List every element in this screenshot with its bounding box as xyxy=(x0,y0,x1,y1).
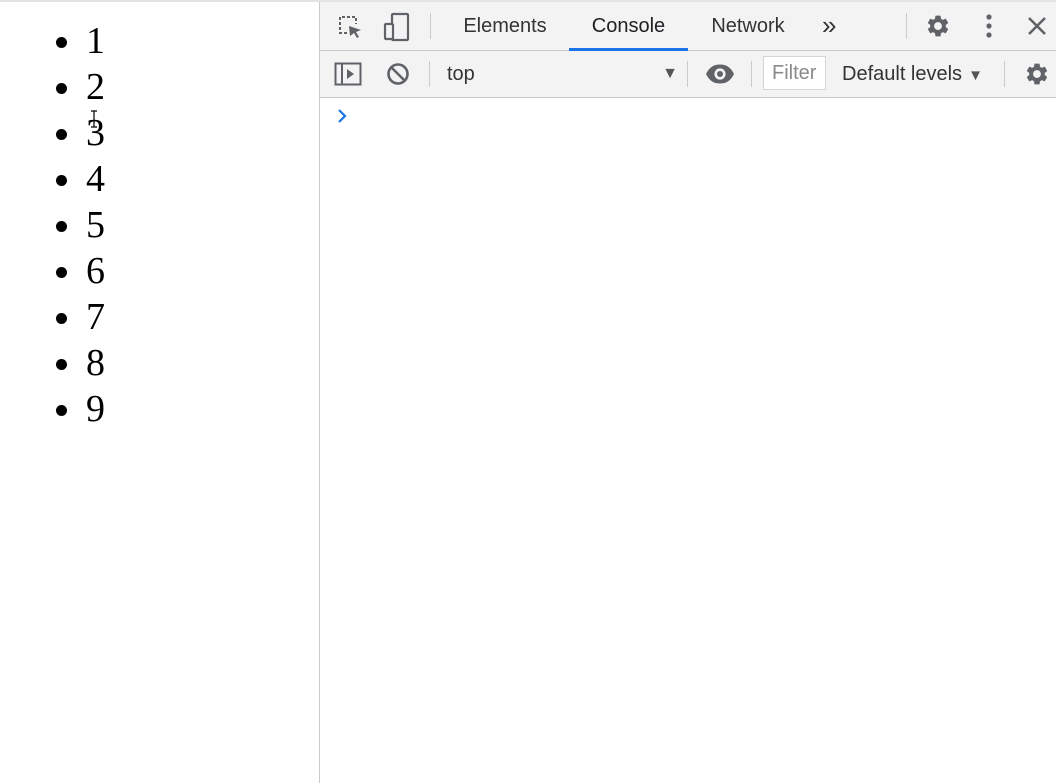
tab-network[interactable]: Network xyxy=(698,2,798,50)
tab-elements[interactable]: Elements xyxy=(450,2,560,50)
bullet-icon xyxy=(56,267,67,278)
toolbar-divider xyxy=(687,61,688,87)
toolbar-divider xyxy=(1004,61,1005,87)
list-item: 8 xyxy=(0,342,200,391)
devtools-tabbar: Elements Console Network » xyxy=(320,2,1056,51)
bullet-icon xyxy=(56,175,67,186)
text-cursor-icon xyxy=(91,110,97,128)
list-item-text: 7 xyxy=(86,296,105,338)
filter-input[interactable]: Filter xyxy=(763,56,826,90)
list-item: 9 xyxy=(0,388,200,437)
close-icon[interactable] xyxy=(1027,16,1047,36)
context-select-value: top xyxy=(447,63,475,85)
bullet-icon xyxy=(56,129,67,140)
list-item: 1 xyxy=(0,20,200,69)
list-item: 5 xyxy=(0,204,200,253)
list-item: 4 xyxy=(0,158,200,207)
bullet-icon xyxy=(56,83,67,94)
list-item-text: 9 xyxy=(86,388,105,430)
console-settings-gear-icon[interactable] xyxy=(1024,61,1050,87)
list-item: 2 xyxy=(0,66,200,115)
list-item: 6 xyxy=(0,250,200,299)
chevron-down-icon: ▼ xyxy=(968,67,983,84)
page-viewport: 1 2 3 4 5 6 7 8 9 xyxy=(0,2,319,783)
toolbar-divider xyxy=(429,61,430,87)
list-item-text: 4 xyxy=(86,158,105,200)
more-tabs-button[interactable]: » xyxy=(822,2,836,50)
list-item-text: 2 xyxy=(86,66,105,108)
console-prompt-icon xyxy=(338,109,347,123)
console-output-area[interactable] xyxy=(320,98,1056,783)
bulleted-list: 1 2 3 4 5 6 7 8 9 xyxy=(0,20,200,437)
list-item-text: 5 xyxy=(86,204,105,246)
chevron-down-icon: ▼ xyxy=(662,65,678,82)
bullet-icon xyxy=(56,37,67,48)
list-item: 3 xyxy=(0,113,200,161)
bullet-icon xyxy=(56,359,67,370)
bullet-icon xyxy=(56,313,67,324)
bullet-icon xyxy=(56,405,67,416)
toolbar-divider xyxy=(430,13,431,39)
clear-console-icon[interactable] xyxy=(386,62,410,86)
javascript-context-select[interactable]: top ▼ xyxy=(438,51,678,97)
live-expression-eye-icon[interactable] xyxy=(705,63,735,85)
filter-placeholder: Filter xyxy=(772,62,817,84)
list-item-text: 8 xyxy=(86,342,105,384)
toolbar-divider xyxy=(751,61,752,87)
devtools-panel: Elements Console Network » top ▼ Filter … xyxy=(319,2,1056,783)
more-options-icon[interactable] xyxy=(984,13,994,39)
console-toolbar: top ▼ Filter Default levels ▼ xyxy=(320,51,1056,98)
show-sidebar-icon[interactable] xyxy=(334,62,362,86)
list-item: 7 xyxy=(0,296,200,345)
inspect-element-icon[interactable] xyxy=(337,14,363,40)
list-item-text: 1 xyxy=(86,20,105,62)
device-toolbar-icon[interactable] xyxy=(383,12,411,42)
log-levels-dropdown[interactable]: Default levels ▼ xyxy=(842,51,983,99)
tab-console[interactable]: Console xyxy=(569,2,688,51)
list-item-text: 6 xyxy=(86,250,105,292)
bullet-icon xyxy=(56,221,67,232)
toolbar-divider xyxy=(906,13,907,39)
settings-gear-icon[interactable] xyxy=(925,13,951,39)
log-levels-label: Default levels xyxy=(842,63,963,85)
